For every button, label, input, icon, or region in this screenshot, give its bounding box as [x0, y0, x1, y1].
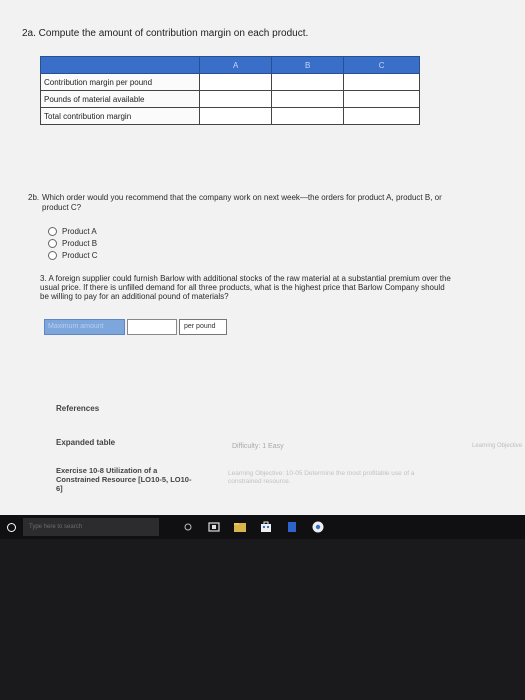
table-row: Total contribution margin: [39, 107, 420, 125]
maximum-amount-input[interactable]: [127, 319, 177, 335]
maximum-amount-row: Maximum amount per pound: [44, 319, 227, 335]
references-heading: References: [56, 404, 100, 413]
store-icon[interactable]: [259, 520, 273, 534]
contribution-margin-table: A B C Contribution margin per pound Poun…: [39, 56, 420, 125]
option-label: Product C: [62, 250, 98, 260]
question-2b-number: 2b.: [28, 193, 40, 202]
chrome-icon[interactable]: [311, 520, 325, 534]
input-cell-a2[interactable]: [199, 90, 273, 108]
exercise-reference: Exercise 10-8 Utilization of a Constrain…: [56, 466, 192, 493]
option-label: Product B: [62, 238, 98, 248]
question-3-text: 3. A foreign supplier could furnish Barl…: [40, 274, 451, 301]
learning-objective-label: Learning Objective: [472, 443, 523, 449]
question-3: 3. A foreign supplier could furnish Barl…: [34, 274, 454, 301]
maximum-amount-label: Maximum amount: [44, 319, 125, 335]
taskbar-search-input[interactable]: Type here to search: [23, 518, 159, 536]
radio-button[interactable]: [48, 238, 57, 248]
option-product-b[interactable]: Product B: [48, 237, 98, 249]
file-explorer-icon[interactable]: [233, 520, 247, 534]
per-pound-unit: per pound: [179, 319, 227, 335]
table-row: Pounds of material available: [39, 90, 420, 108]
cortana-icon[interactable]: [181, 520, 195, 534]
product-radio-group: Product A Product B Product C: [48, 225, 98, 261]
input-cell-c3[interactable]: [343, 107, 420, 125]
table-row: Contribution margin per pound: [39, 73, 420, 91]
browser-page: 2a. Compute the amount of contribution m…: [0, 0, 525, 535]
radio-button[interactable]: [48, 226, 57, 236]
input-cell-b3[interactable]: [271, 107, 345, 125]
question-2b-text: Which order would you recommend that the…: [42, 193, 442, 212]
difficulty-label: Difficulty: 1 Easy: [232, 443, 284, 450]
screen-bezel: [0, 539, 525, 700]
column-header-b: B: [271, 56, 345, 74]
start-button[interactable]: [3, 519, 19, 535]
expanded-table-label: Expanded table: [56, 438, 116, 447]
question-2b: 2b. Which order would you recommend that…: [28, 193, 448, 213]
start-icon: [6, 522, 16, 532]
table-header-blank: [39, 56, 201, 74]
row-label-pounds-available: Pounds of material available: [39, 90, 201, 108]
row-label-total-cm: Total contribution margin: [39, 107, 201, 125]
radio-button[interactable]: [48, 250, 57, 260]
task-view-icon[interactable]: [207, 520, 221, 534]
option-label: Product A: [62, 226, 97, 236]
input-cell-a3[interactable]: [199, 107, 273, 125]
learning-objective-text: Learning Objective: 10-05 Determine the …: [228, 470, 415, 485]
column-header-c: C: [343, 56, 420, 74]
row-label-cm-per-pound: Contribution margin per pound: [39, 73, 201, 91]
column-header-a: A: [199, 56, 273, 74]
taskbar: Type here to search: [0, 515, 525, 539]
option-product-a[interactable]: Product A: [48, 225, 98, 237]
app-icon[interactable]: [285, 520, 299, 534]
option-product-c[interactable]: Product C: [48, 249, 98, 261]
input-cell-a1[interactable]: [199, 73, 273, 91]
input-cell-c1[interactable]: [343, 73, 420, 91]
input-cell-b2[interactable]: [271, 90, 345, 108]
input-cell-b1[interactable]: [271, 73, 345, 91]
question-2a-title: 2a. Compute the amount of contribution m…: [22, 28, 309, 39]
input-cell-c2[interactable]: [343, 90, 420, 108]
